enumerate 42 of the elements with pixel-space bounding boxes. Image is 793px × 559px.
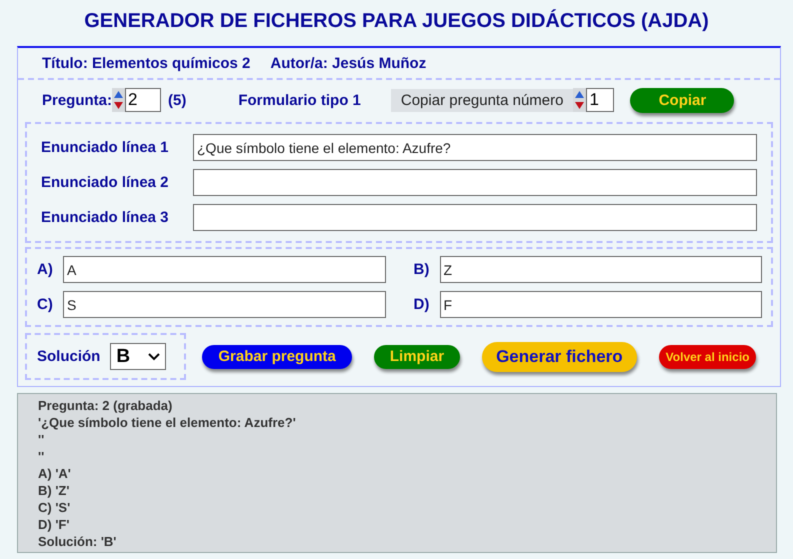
action-button[interactable]: Generar fichero — [482, 342, 637, 372]
summary-line: D) 'F' — [38, 516, 70, 533]
spinner-arrows-icon[interactable] — [112, 88, 126, 112]
statement-field[interactable] — [193, 204, 757, 231]
summary-line: '' — [38, 431, 46, 448]
summary-line: Solución: 'B' — [38, 533, 118, 550]
solution-label: Solución — [37, 348, 100, 365]
page-title: GENERADOR DE FICHEROS PARA JUEGOS DIDÁCTICOS (AJDA) — [83, 8, 710, 34]
action-button[interactable]: Grabar pregunta — [202, 344, 352, 368]
action-button[interactable]: Limpiar — [374, 344, 460, 368]
statement-label: Enunciado línea 3 — [41, 209, 170, 226]
summary-line: C) 'S' — [38, 499, 72, 516]
chevron-down-icon — [148, 352, 160, 360]
summary-line: B) 'Z' — [38, 482, 70, 499]
copy-button[interactable]: Copiar — [630, 88, 734, 112]
summary-line: Pregunta: 2 (grabada) — [38, 397, 174, 414]
spinner-arrows-icon[interactable] — [573, 88, 586, 112]
option-label: D) — [414, 296, 430, 313]
statement-label: Enunciado línea 2 — [41, 174, 170, 191]
summary-line: '' — [38, 448, 46, 465]
summary-line: '¿Que símbolo tiene el elemento: Azufre?' — [38, 414, 297, 431]
option-field[interactable]: F — [440, 291, 762, 318]
option-field[interactable]: A — [63, 256, 386, 283]
copy-label: Copiar pregunta número — [390, 88, 574, 112]
author-name: Autor/a: Jesús Muñoz — [270, 55, 426, 72]
statement-label: Enunciado línea 1 — [41, 139, 170, 156]
statement-field[interactable] — [193, 169, 757, 196]
option-field[interactable]: Z — [440, 256, 762, 283]
summary-line: A) 'A' — [38, 465, 72, 482]
question-number-field[interactable]: 2 — [125, 88, 162, 112]
option-label: B) — [414, 261, 430, 278]
action-button[interactable]: Volver al inicio — [658, 344, 756, 368]
option-label: C) — [37, 296, 54, 313]
option-field[interactable]: S — [63, 291, 386, 318]
statement-field[interactable]: ¿Que símbolo tiene el elemento: Azufre? — [193, 134, 757, 161]
option-label: A) — [37, 261, 54, 278]
question-total: (5) — [168, 92, 186, 108]
copy-number-field[interactable]: 1 — [586, 88, 614, 112]
solution-select[interactable]: B — [110, 343, 166, 370]
form-type: Formulario tipo 1 — [238, 92, 361, 108]
question-label: Pregunta: — [42, 92, 112, 108]
game-title: Título: Elementos químicos 2 — [42, 55, 250, 72]
